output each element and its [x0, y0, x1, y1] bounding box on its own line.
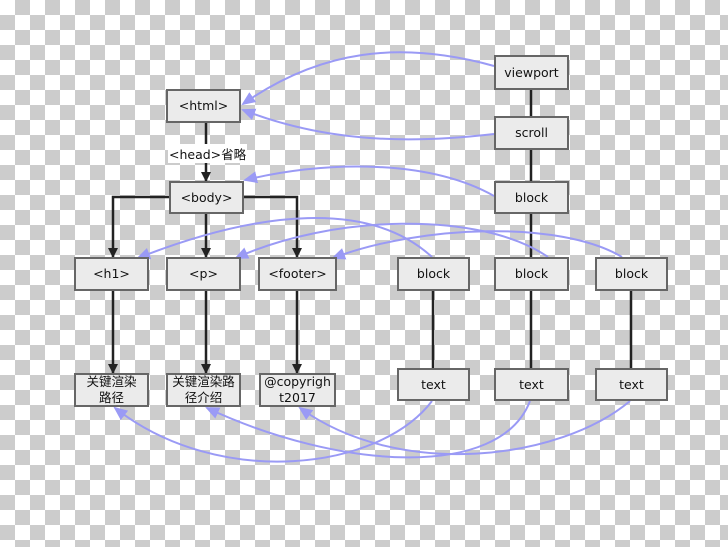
node-label: 关键渲染路径介绍: [172, 374, 235, 405]
node-h1: <h1>: [74, 257, 149, 291]
node-label: text: [619, 376, 644, 392]
node-label: scroll: [515, 125, 548, 140]
node-label: block: [416, 266, 451, 281]
node-text-3: text: [595, 368, 668, 401]
node-viewport: viewport: [494, 55, 569, 90]
node-text-2: text: [494, 368, 569, 401]
node-label: 关键渲染路径: [86, 374, 137, 405]
node-label: @copyright2017: [264, 374, 331, 405]
node-block-2: block: [494, 257, 569, 291]
node-label: block: [514, 266, 549, 281]
link-viewport-html: [241, 51, 495, 106]
node-block-3: block: [595, 257, 668, 291]
node-block-root: block: [494, 181, 569, 214]
edge-body-footer: [244, 195, 302, 258]
node-label: block: [514, 189, 549, 205]
link-text2-ptext: [205, 400, 531, 459]
node-label: <body>: [180, 189, 233, 205]
node-footer: <footer>: [258, 257, 337, 291]
node-p-text: 关键渲染路径介绍: [166, 373, 241, 407]
node-body: <body>: [169, 181, 244, 214]
node-label: <h1>: [93, 266, 130, 281]
head-omitted-label: <head>省略: [168, 144, 248, 163]
link-block3-footer: [331, 230, 623, 260]
node-text-1: text: [397, 368, 470, 401]
link-block-body: [243, 165, 495, 197]
node-label: text: [519, 376, 544, 392]
link-text1-h1text: [113, 400, 433, 463]
node-label: viewport: [504, 64, 559, 80]
node-label: <p>: [189, 266, 218, 281]
node-label: <html>: [178, 98, 229, 113]
node-label: block: [614, 266, 649, 281]
link-scroll-html: [241, 108, 495, 141]
node-label: <footer>: [268, 266, 327, 281]
node-label: text: [421, 376, 446, 392]
node-p: <p>: [166, 257, 241, 291]
link-text3-footertext: [298, 400, 631, 456]
node-block-1: block: [397, 257, 470, 291]
node-h1-text: 关键渲染路径: [74, 373, 149, 407]
node-html: <html>: [166, 89, 241, 123]
node-scroll: scroll: [494, 116, 569, 150]
edge-body-h1: [108, 195, 169, 258]
node-footer-text: @copyright2017: [259, 373, 336, 407]
